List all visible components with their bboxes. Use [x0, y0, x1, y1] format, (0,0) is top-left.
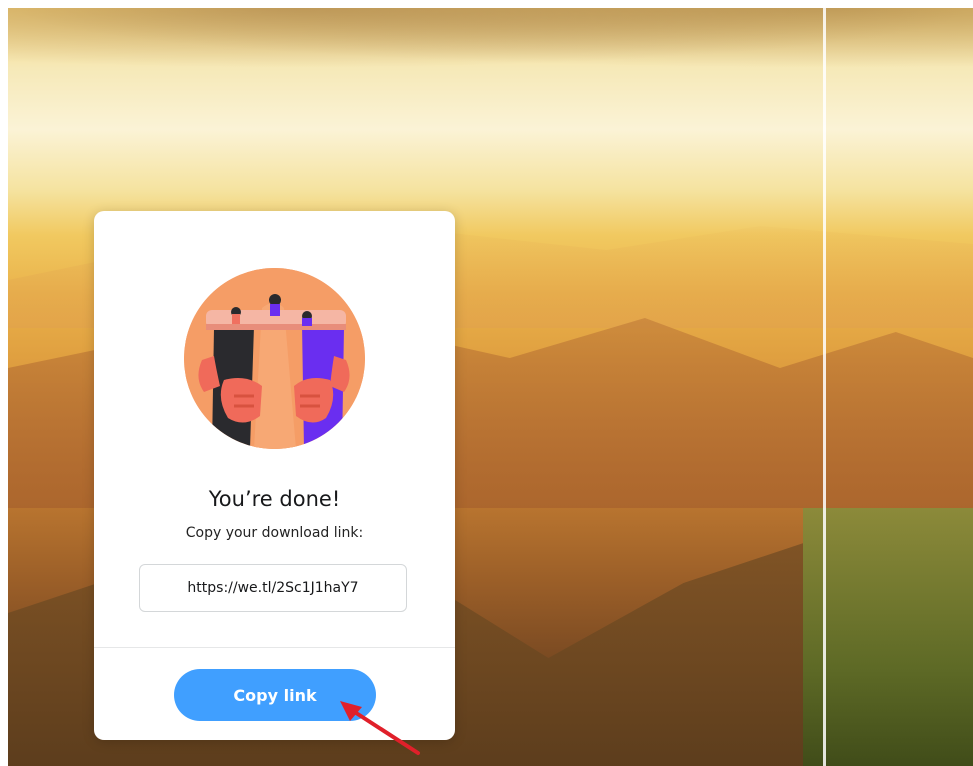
red-arrow-icon: [340, 701, 420, 755]
celebration-illustration-graphic: [184, 268, 365, 449]
download-link-field[interactable]: [139, 564, 407, 612]
dialog-subtitle: Copy your download link:: [185, 525, 364, 541]
card-divider: [94, 647, 455, 648]
celebration-illustration: [184, 268, 365, 449]
grass-slope: [803, 508, 973, 766]
transfer-complete-dialog: You’re done! Copy your download link: Co…: [94, 211, 455, 740]
background-divider: [823, 8, 826, 766]
dialog-title: You’re done!: [208, 487, 341, 511]
